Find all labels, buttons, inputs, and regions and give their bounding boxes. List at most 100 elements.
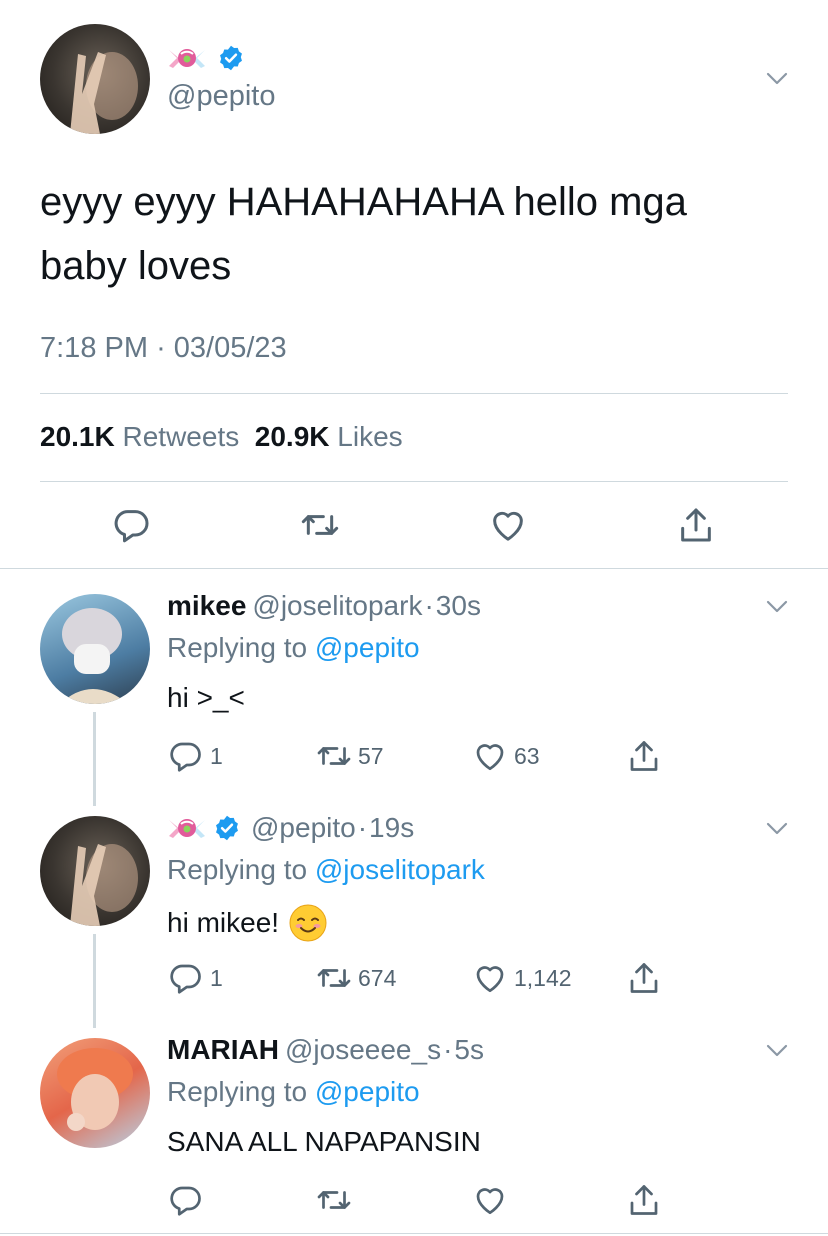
reply-header: @pepito · 19s <box>167 812 414 844</box>
share-button[interactable] <box>626 738 662 774</box>
reply-button[interactable] <box>112 505 152 545</box>
chevron-down-icon[interactable] <box>766 600 788 614</box>
candy-icon <box>167 814 207 842</box>
retweet-button[interactable]: 57 <box>316 738 384 774</box>
reply-button[interactable] <box>168 1182 204 1218</box>
retweet-icon <box>316 960 352 996</box>
heart-icon <box>472 738 508 774</box>
divider <box>0 568 828 569</box>
share-icon <box>676 505 716 545</box>
reply-header: mikee @joselitopark · 30s <box>167 590 481 622</box>
reply-author-handle[interactable]: @joselitopark <box>252 590 422 622</box>
reply-author-avatar[interactable] <box>40 816 150 926</box>
reply-button[interactable]: 1 <box>168 960 223 996</box>
like-button[interactable] <box>472 1182 508 1218</box>
chevron-down-icon[interactable] <box>766 72 788 86</box>
share-icon <box>626 960 662 996</box>
like-button[interactable] <box>488 505 528 545</box>
retweet-count: 674 <box>358 964 397 991</box>
replying-label: Replying to <box>167 632 308 663</box>
separator-dot: · <box>443 1034 453 1065</box>
likes-label: Likes <box>337 421 403 452</box>
avatar-photo <box>70 52 138 134</box>
retweet-icon <box>300 505 340 545</box>
candy-icon <box>167 44 207 72</box>
retweet-icon <box>316 738 352 774</box>
divider <box>40 393 788 394</box>
reply-icon <box>168 738 204 774</box>
share-button[interactable] <box>626 960 662 996</box>
replying-to: Replying to @joselitopark <box>167 854 485 886</box>
reply-time: 5s <box>454 1034 484 1065</box>
reply-text: hi >_< <box>167 682 245 713</box>
retweets-count: 20.1K <box>40 421 115 452</box>
retweet-button[interactable] <box>316 1182 352 1218</box>
likes-count: 20.9K <box>254 421 330 452</box>
main-author-avatar[interactable] <box>40 24 150 134</box>
reply-count: 1 <box>210 742 223 769</box>
thread-line <box>93 712 96 806</box>
main-tweet-timestamp: 7:18 PM · 03/05/23 <box>40 332 287 365</box>
retweet-button[interactable] <box>300 505 340 545</box>
avatar-photo <box>60 608 128 704</box>
main-author-name[interactable] <box>167 44 245 72</box>
replying-to-handle[interactable]: @joselitopark <box>315 854 485 885</box>
replying-to: Replying to @pepito <box>167 632 420 664</box>
likes-stat[interactable]: 20.9K Likes <box>255 421 403 452</box>
reply-text: hi mikee! <box>167 907 280 938</box>
replying-label: Replying to <box>167 1076 308 1107</box>
reply-icon <box>112 505 152 545</box>
reply-author-name[interactable]: mikee <box>167 590 246 622</box>
engagement-stats: 20.1K Retweets 20.9K Likes <box>40 421 403 453</box>
replying-label: Replying to <box>167 854 308 885</box>
thread-line <box>93 934 96 1028</box>
divider <box>0 1233 828 1234</box>
reply-count: 1 <box>210 964 223 991</box>
tweet-time: 7:18 PM <box>40 332 148 364</box>
reply-text: SANA ALL NAPAPANSIN <box>167 1126 481 1157</box>
divider <box>40 481 788 482</box>
like-button[interactable]: 1,142 <box>472 960 572 996</box>
like-button[interactable]: 63 <box>472 738 540 774</box>
main-tweet-text: eyyy eyyy HAHAHAHAHA hello mga baby love… <box>40 180 687 288</box>
retweet-button[interactable]: 674 <box>316 960 396 996</box>
separator-dot: · <box>357 812 368 843</box>
reply-header: MARIAH @joseeee_s · 5s <box>167 1034 484 1066</box>
avatar-photo <box>57 1048 133 1131</box>
heart-icon <box>472 1182 508 1218</box>
retweets-label: Retweets <box>122 421 240 452</box>
reply-author-avatar[interactable] <box>40 594 150 704</box>
reply-author-name[interactable]: MARIAH <box>167 1034 279 1066</box>
replying-to: Replying to @pepito <box>167 1076 420 1108</box>
separator-dot: · <box>424 590 434 621</box>
reply-author-avatar[interactable] <box>40 1038 150 1148</box>
retweets-stat[interactable]: 20.1K Retweets <box>40 421 239 452</box>
reply-text-row: hi mikee! <box>167 904 327 942</box>
verified-badge-icon <box>213 814 241 842</box>
heart-icon <box>488 505 528 545</box>
like-count: 63 <box>514 742 540 769</box>
reply-time: 30s <box>435 590 481 621</box>
verified-badge-icon <box>217 44 245 72</box>
share-icon <box>626 1182 662 1218</box>
avatar-photo <box>70 844 138 926</box>
reply-button[interactable]: 1 <box>168 738 223 774</box>
smiling-face-emoji-icon <box>289 904 327 942</box>
separator-dot: · <box>156 332 166 364</box>
reply-author-handle[interactable]: @pepito <box>251 812 356 844</box>
reply-author-handle[interactable]: @joseeee_s <box>285 1034 441 1066</box>
share-button[interactable] <box>626 1182 662 1218</box>
reply-icon <box>168 1182 204 1218</box>
like-count: 1,142 <box>514 964 572 991</box>
reply-icon <box>168 960 204 996</box>
main-author-handle[interactable]: @pepito <box>167 80 275 113</box>
chevron-down-icon[interactable] <box>766 822 788 836</box>
tweet-date: 03/05/23 <box>173 332 287 364</box>
chevron-down-icon[interactable] <box>766 1044 788 1058</box>
replying-to-handle[interactable]: @pepito <box>315 632 420 663</box>
reply-time: 19s <box>369 812 415 843</box>
share-button[interactable] <box>676 505 716 545</box>
replying-to-handle[interactable]: @pepito <box>315 1076 420 1107</box>
share-icon <box>626 738 662 774</box>
retweet-count: 57 <box>358 742 384 769</box>
